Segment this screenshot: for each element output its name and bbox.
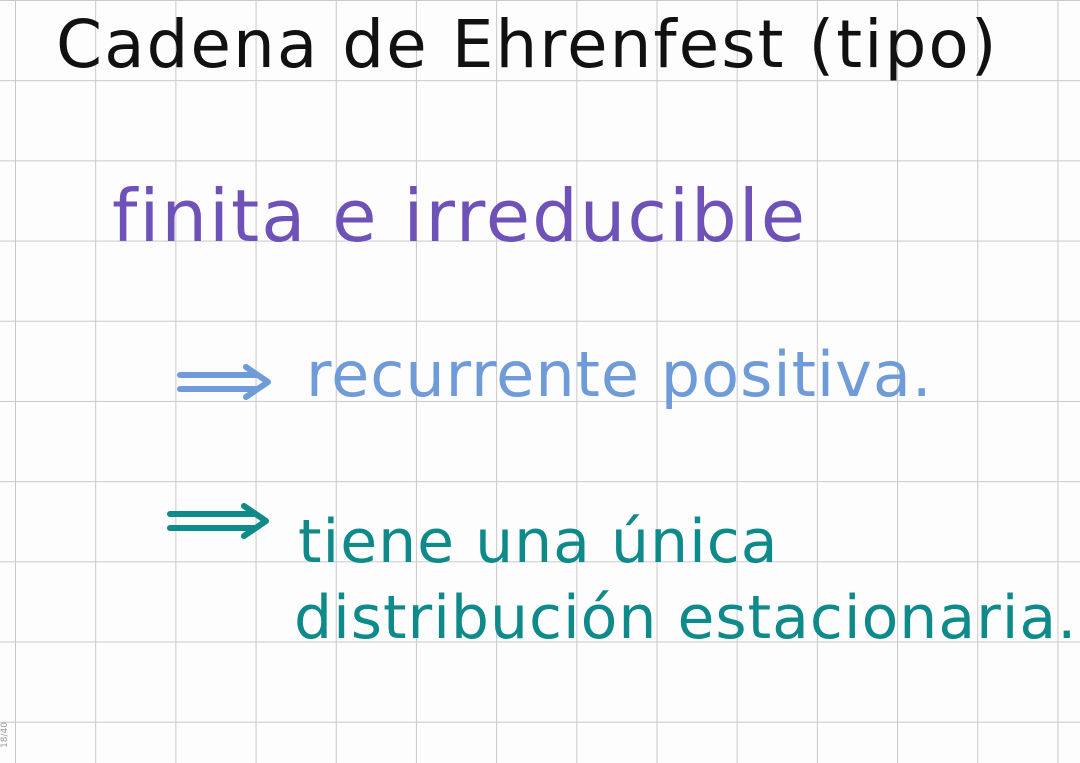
page-number: 18/40 bbox=[0, 722, 10, 748]
implication-recurrent-positive: recurrente positiva. bbox=[306, 338, 933, 411]
implication-arrow-icon bbox=[167, 503, 269, 539]
implication-arrow-icon bbox=[177, 364, 271, 400]
heading-finite-irreducible: finita e irreducible bbox=[112, 174, 807, 258]
implication-unique-line-2: distribución estacionaria. bbox=[294, 583, 1078, 653]
page-title: Cadena de Ehrenfest (tipo) bbox=[56, 6, 999, 83]
notebook-page: Cadena de Ehrenfest (tipo) finita e irre… bbox=[0, 0, 1080, 763]
implication-unique-line-1: tiene una única bbox=[298, 507, 779, 577]
